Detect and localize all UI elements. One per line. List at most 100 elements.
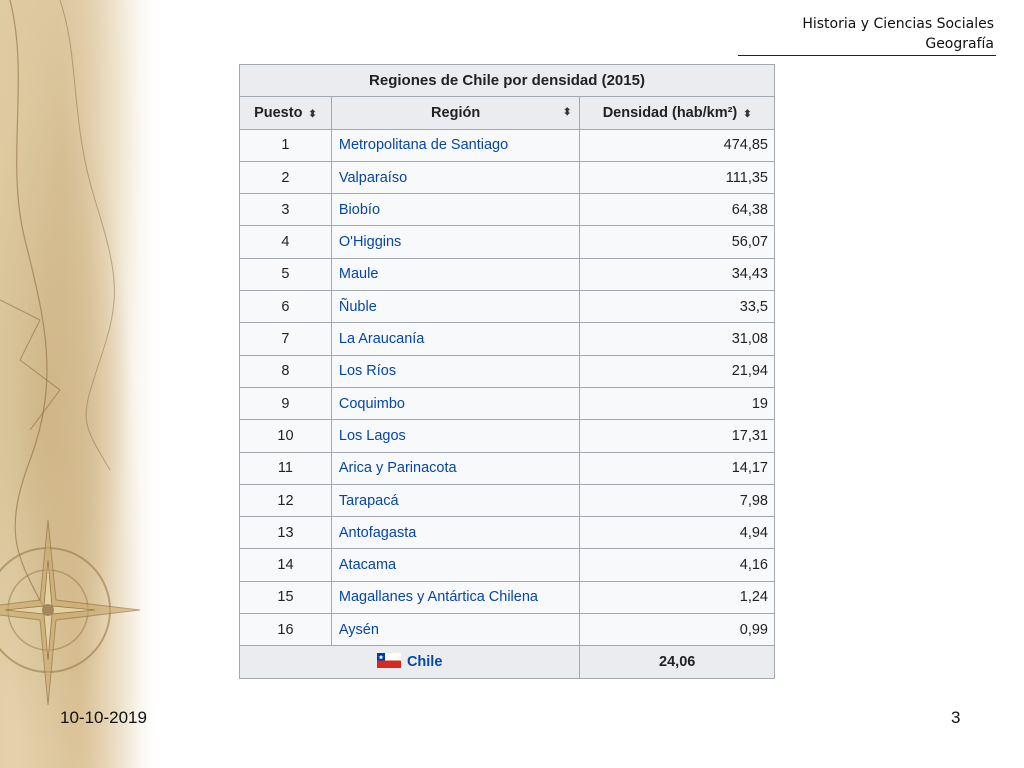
rank-cell: 13 — [239, 516, 332, 550]
table-row: 5 Maule 34,43 — [239, 257, 775, 292]
header-divider — [738, 55, 996, 56]
region-cell: Los Lagos — [330, 419, 581, 453]
density-table: Regiones de Chile por densidad (2015) Pu… — [238, 63, 775, 679]
map-illustration — [0, 0, 141, 706]
subject-subtitle: Geografía — [925, 36, 994, 52]
density-cell: 4,94 — [579, 516, 775, 550]
region-cell: Los Ríos — [330, 354, 581, 388]
region-link[interactable]: Maule — [339, 266, 379, 282]
sort-icon[interactable]: ⬍ — [743, 109, 751, 120]
rank-cell: 9 — [239, 386, 332, 421]
region-cell: O'Higgins — [330, 225, 581, 259]
region-link[interactable]: Metropolitana de Santiago — [339, 137, 508, 153]
region-cell: Metropolitana de Santiago — [330, 128, 581, 162]
column-header-rank[interactable]: Puesto ⬍ — [239, 96, 332, 130]
antique-map-decoration — [0, 0, 155, 768]
region-cell: Tarapacá — [330, 483, 581, 518]
chile-flag-icon — [376, 653, 401, 669]
region-cell: La Araucanía — [330, 322, 581, 356]
density-cell: 14,17 — [579, 451, 775, 485]
region-cell: Maule — [330, 257, 581, 292]
region-cell: Magallanes y Antártica Chilena — [330, 580, 581, 615]
rank-cell: 14 — [239, 548, 332, 582]
column-header-label: Región — [431, 104, 481, 121]
rank-cell: 7 — [239, 322, 332, 356]
density-cell: 1,24 — [579, 580, 775, 615]
total-row: Chile 24,06 — [238, 645, 775, 679]
rank-cell: 1 — [239, 128, 332, 162]
table-row: 9 Coquimbo 19 — [239, 386, 775, 421]
region-link[interactable]: Coquimbo — [339, 396, 405, 412]
density-cell: 19 — [579, 386, 775, 421]
table-caption: Regiones de Chile por densidad (2015) — [239, 63, 775, 98]
table-row: 3 Biobío 64,38 — [239, 193, 775, 227]
region-link[interactable]: Biobío — [339, 202, 380, 218]
rank-cell: 11 — [239, 451, 332, 485]
region-cell: Coquimbo — [330, 386, 581, 421]
density-cell: 64,38 — [579, 193, 775, 227]
density-cell: 7,98 — [579, 483, 775, 518]
rank-cell: 8 — [239, 354, 332, 388]
region-cell: Aysén — [330, 613, 581, 647]
sort-icon[interactable]: ⬍ — [308, 109, 316, 120]
density-cell: 31,08 — [579, 322, 775, 356]
region-link[interactable]: O'Higgins — [339, 234, 401, 250]
column-header-density[interactable]: Densidad (hab/km²) ⬍ — [579, 96, 775, 130]
region-link[interactable]: Los Lagos — [339, 428, 406, 444]
total-link-chile[interactable]: Chile — [407, 654, 442, 670]
rank-cell: 16 — [239, 613, 332, 647]
density-cell: 4,16 — [579, 548, 775, 582]
region-link[interactable]: Tarapacá — [339, 493, 399, 509]
table-row: 16 Aysén 0,99 — [239, 613, 775, 647]
slide-page-number: 3 — [951, 708, 961, 727]
column-header-label: Puesto — [254, 104, 303, 121]
slide-header: Historia y Ciencias Sociales Geografía — [802, 14, 994, 54]
table-row: 4 O'Higgins 56,07 — [239, 225, 775, 259]
region-link[interactable]: Arica y Parinacota — [339, 460, 457, 476]
region-cell: Arica y Parinacota — [330, 451, 581, 485]
slide-date: 10-10-2019 — [60, 708, 147, 727]
rank-cell: 15 — [239, 580, 332, 615]
rank-cell: 12 — [239, 483, 332, 518]
table-row: 15 Magallanes y Antártica Chilena 1,24 — [239, 580, 775, 615]
table-row: 13 Antofagasta 4,94 — [239, 516, 775, 550]
density-cell: 0,99 — [579, 613, 775, 647]
region-link[interactable]: Atacama — [339, 557, 396, 573]
rank-cell: 4 — [239, 225, 332, 259]
density-cell: 111,35 — [579, 160, 775, 195]
density-cell: 17,31 — [579, 419, 775, 453]
rank-cell: 3 — [239, 193, 332, 227]
region-link[interactable]: Ñuble — [339, 299, 377, 315]
column-header-region[interactable]: Región ⬍ — [330, 96, 581, 130]
region-link[interactable]: Valparaíso — [339, 170, 407, 186]
region-cell: Atacama — [330, 548, 581, 582]
rank-cell: 10 — [239, 419, 332, 453]
region-cell: Ñuble — [330, 290, 581, 324]
region-link[interactable]: La Araucanía — [339, 331, 424, 347]
region-link[interactable]: Los Ríos — [339, 363, 396, 379]
subject-title: Historia y Ciencias Sociales — [802, 16, 994, 32]
column-header-label: Densidad (hab/km²) — [602, 104, 738, 121]
density-cell: 56,07 — [579, 225, 775, 259]
table-row: 1 Metropolitana de Santiago 474,85 — [239, 128, 775, 162]
density-cell: 21,94 — [579, 354, 775, 388]
density-cell: 34,43 — [579, 257, 775, 292]
region-cell: Antofagasta — [330, 516, 581, 550]
total-label-cell: Chile — [238, 645, 581, 679]
region-link[interactable]: Antofagasta — [339, 525, 416, 541]
table-row: 2 Valparaíso 111,35 — [239, 160, 775, 195]
table-row: 11 Arica y Parinacota 14,17 — [239, 451, 775, 485]
region-cell: Biobío — [330, 193, 581, 227]
density-cell: 33,5 — [579, 290, 775, 324]
rank-cell: 2 — [239, 160, 332, 195]
rank-cell: 6 — [239, 290, 332, 324]
region-cell: Valparaíso — [330, 160, 581, 195]
table-row: 10 Los Lagos 17,31 — [239, 419, 775, 453]
table-row: 12 Tarapacá 7,98 — [239, 483, 775, 518]
rank-cell: 5 — [239, 257, 332, 292]
sort-icon[interactable]: ⬍ — [563, 107, 571, 118]
region-link[interactable]: Magallanes y Antártica Chilena — [339, 589, 538, 605]
table-row: 6 Ñuble 33,5 — [239, 290, 775, 324]
table-row: 14 Atacama 4,16 — [239, 548, 775, 582]
region-link[interactable]: Aysén — [339, 622, 379, 638]
